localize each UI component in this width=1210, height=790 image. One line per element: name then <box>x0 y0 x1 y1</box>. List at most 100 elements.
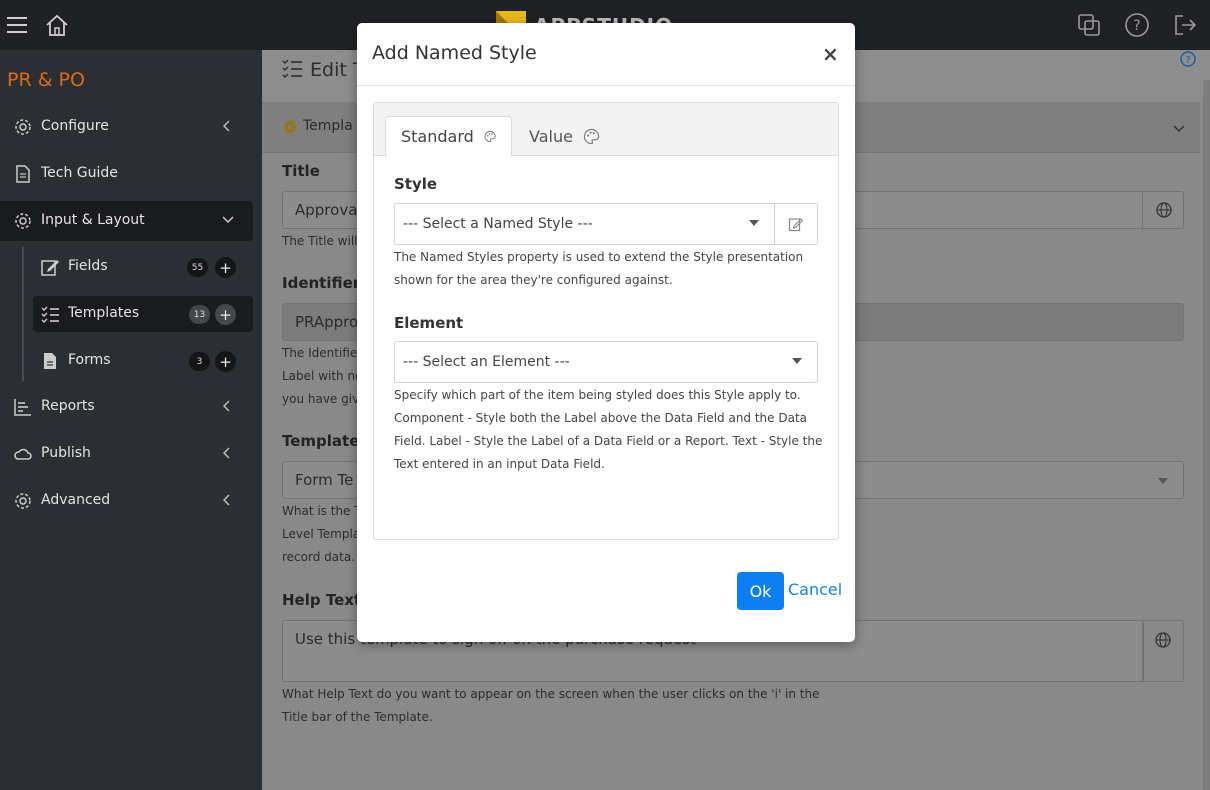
sidebar-item-forms[interactable]: Forms 3 + <box>33 343 253 379</box>
tab-value[interactable]: Value <box>514 116 615 156</box>
close-button[interactable]: × <box>822 42 839 66</box>
help-icon[interactable]: ? <box>1179 50 1197 68</box>
cloud-icon <box>14 448 32 460</box>
add-form-button[interactable]: + <box>215 351 236 372</box>
gear-icon <box>284 121 296 133</box>
translate-button[interactable] <box>1142 191 1184 229</box>
sidebar-item-label: Reports <box>41 398 95 414</box>
sidebar-item-publish[interactable]: Publish <box>0 434 262 474</box>
chevron-left-icon <box>222 400 230 412</box>
bar-chart-icon <box>14 399 31 416</box>
sidebar-item-fields[interactable]: Fields 55 + <box>33 249 253 285</box>
hint-line: The Named Styles property is used to ext… <box>394 250 804 264</box>
gear-icon <box>15 119 31 135</box>
hint-line: Field. Label - Style the Label of a Data… <box>394 434 823 448</box>
logout-icon[interactable] <box>1168 8 1202 42</box>
hint-line: you have giv <box>282 392 360 406</box>
document-icon <box>16 165 30 183</box>
element-select[interactable]: --- Select an Element --- <box>394 341 818 383</box>
hint-line: Title bar of the Template. <box>282 710 433 724</box>
sidebar-item-label: Fields <box>68 258 108 274</box>
hint-line: Level Templa <box>282 527 361 541</box>
file-icon <box>44 353 56 369</box>
hint-line: Specify which part of the item being sty… <box>394 388 801 402</box>
tab-label: Standard <box>401 127 474 146</box>
count-badge: 3 <box>189 352 210 371</box>
hint-line: Text entered in an input Data Field. <box>394 457 605 471</box>
gear-icon <box>15 213 31 229</box>
chevron-left-icon <box>222 494 230 506</box>
style-label: Style <box>394 175 438 193</box>
palette-icon <box>583 128 600 144</box>
sidebar-item-reports[interactable]: Reports <box>0 387 262 427</box>
translate-button[interactable] <box>1142 620 1184 682</box>
help-icon[interactable]: ? <box>1120 8 1154 42</box>
sidebar-item-configure[interactable]: Configure <box>0 107 262 147</box>
hint-line: Label with no <box>282 369 363 383</box>
hint-line: shown for the area they're configured ag… <box>394 273 673 287</box>
sidebar: PR & PO Configure Tech Guide Input & Lay… <box>0 50 262 790</box>
globe-icon <box>1156 202 1172 218</box>
hint-line: What is the T <box>282 504 362 518</box>
sidebar-item-input-layout[interactable]: Input & Layout <box>0 201 253 241</box>
card-title: Templa <box>303 118 353 134</box>
hint-line: Component - Style both the Label above t… <box>394 411 808 425</box>
template-hint: What is the T Level Templa record data. <box>282 500 362 569</box>
copy-window-icon[interactable] <box>1072 8 1106 42</box>
ok-button[interactable]: Ok <box>737 572 784 610</box>
title-hint: The Title will <box>282 234 358 248</box>
edit-style-button[interactable] <box>774 203 818 245</box>
scrollbar[interactable] <box>1203 80 1210 790</box>
sidebar-item-label: Publish <box>41 445 91 461</box>
sidebar-item-label: Forms <box>68 352 111 368</box>
tab-standard[interactable]: Standard <box>385 116 512 157</box>
caret-down-icon <box>1158 478 1168 484</box>
globe-icon <box>1155 632 1171 648</box>
caret-down-icon <box>792 358 802 364</box>
divider <box>357 85 855 86</box>
count-badge: 55 <box>187 258 208 277</box>
checklist-icon <box>41 306 59 323</box>
count-badge: 13 <box>189 305 210 324</box>
edit-icon <box>788 218 803 232</box>
element-label: Element <box>394 314 464 332</box>
add-named-style-dialog: Add Named Style × Standard Value Style -… <box>357 23 855 642</box>
dialog-title: Add Named Style <box>372 42 537 64</box>
hint-line: What Help Text do you want to appear on … <box>282 687 820 701</box>
checklist-icon <box>282 59 302 78</box>
sidebar-item-label: Input & Layout <box>41 212 145 228</box>
chevron-down-icon[interactable] <box>1172 122 1186 136</box>
identifier-label: Identifier <box>282 274 361 292</box>
title-label: Title <box>282 162 320 180</box>
tab-label: Value <box>529 126 573 146</box>
svg-text:?: ? <box>1185 55 1190 66</box>
edit-icon <box>41 260 59 276</box>
cancel-button[interactable]: Cancel <box>788 580 842 599</box>
add-field-button[interactable]: + <box>215 257 236 278</box>
help-text-label: Help Text <box>282 591 362 609</box>
hamburger-menu-icon[interactable] <box>0 8 34 42</box>
sidebar-item-label: Advanced <box>41 492 111 508</box>
chevron-left-icon <box>222 120 230 132</box>
tab-bar: Standard Value <box>374 103 838 157</box>
named-style-select[interactable]: --- Select a Named Style --- <box>394 203 775 245</box>
sidebar-item-templates[interactable]: Templates 13 + <box>33 296 253 332</box>
sidebar-item-label: Templates <box>68 305 140 321</box>
home-icon[interactable] <box>40 8 74 42</box>
sidebar-item-advanced[interactable]: Advanced <box>0 481 262 521</box>
select-value: --- Select a Named Style --- <box>403 216 593 232</box>
caret-down-icon <box>749 220 759 226</box>
gear-icon <box>15 493 31 509</box>
chevron-left-icon <box>222 447 230 459</box>
hint-line: record data. <box>282 550 355 564</box>
add-template-button[interactable]: + <box>215 304 236 325</box>
template-label: Template <box>282 432 360 450</box>
select-value: --- Select an Element --- <box>403 354 570 370</box>
sidebar-item-label: Tech Guide <box>41 165 118 181</box>
sidebar-item-label: Configure <box>41 118 109 134</box>
element-hint: Specify which part of the item being sty… <box>394 384 822 476</box>
submenu-guide-line <box>22 247 24 381</box>
style-hint: The Named Styles property is used to ext… <box>394 246 803 292</box>
help-text-hint: What Help Text do you want to appear on … <box>282 683 820 729</box>
sidebar-item-tech-guide[interactable]: Tech Guide <box>0 154 262 194</box>
